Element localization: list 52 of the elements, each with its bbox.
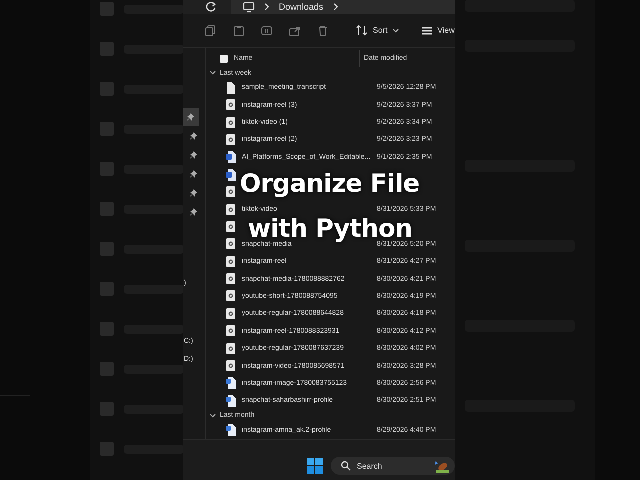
breadcrumb-item[interactable]: Downloads (279, 2, 324, 12)
video-file-icon (226, 99, 236, 112)
video-file-icon (226, 116, 236, 129)
select-all-checkbox[interactable] (220, 54, 228, 62)
copy-icon[interactable] (205, 24, 217, 36)
pin-icon (190, 208, 198, 216)
video-file-icon (226, 204, 236, 216)
word-document-icon (226, 168, 236, 181)
document-icon (226, 82, 236, 94)
video-file-icon (226, 325, 236, 338)
paste-icon[interactable] (233, 24, 245, 36)
refresh-icon[interactable] (205, 1, 217, 13)
windows-logo-icon[interactable] (307, 458, 323, 474)
monitor-icon (243, 2, 255, 12)
video-file-icon (226, 220, 236, 233)
video-file-icon (226, 342, 236, 355)
search-field[interactable]: Search (357, 462, 427, 470)
football-icon (433, 459, 449, 473)
pin-icon (187, 113, 195, 121)
video-file-icon (226, 186, 236, 198)
search-box[interactable]: Search (331, 457, 455, 475)
image-file-icon (226, 424, 236, 436)
pin-icon (190, 132, 198, 140)
image-file-icon (226, 394, 236, 407)
pin-icon (190, 189, 198, 197)
pin-icon (190, 170, 198, 178)
search-icon (341, 461, 351, 471)
pin-icon (190, 151, 198, 159)
chevron-icon (210, 412, 216, 419)
word-document-icon (226, 151, 236, 164)
sort-icon (356, 25, 368, 36)
delete-icon[interactable] (317, 24, 329, 36)
caption-text: Organize File (240, 170, 420, 198)
rename-icon[interactable] (261, 24, 273, 36)
image-file-icon (226, 377, 236, 390)
sort-button[interactable]: Sort (353, 23, 402, 38)
view-button[interactable]: View (418, 24, 455, 38)
chevron-icon (332, 3, 339, 11)
video-file-icon (226, 360, 236, 372)
video-file-icon (226, 273, 236, 286)
video-file-icon (226, 308, 236, 320)
video-file-icon (226, 256, 236, 268)
address-bar[interactable]: Downloads (231, 0, 455, 14)
chevron-icon (264, 3, 270, 11)
share-icon[interactable] (289, 24, 301, 36)
chevron-icon (210, 70, 216, 76)
nav-item[interactable] (183, 108, 199, 126)
view-icon (420, 26, 433, 36)
video-file-icon (226, 290, 236, 302)
video-file-icon (226, 238, 236, 250)
caret-icon (392, 28, 399, 32)
video-file-icon (226, 134, 236, 146)
